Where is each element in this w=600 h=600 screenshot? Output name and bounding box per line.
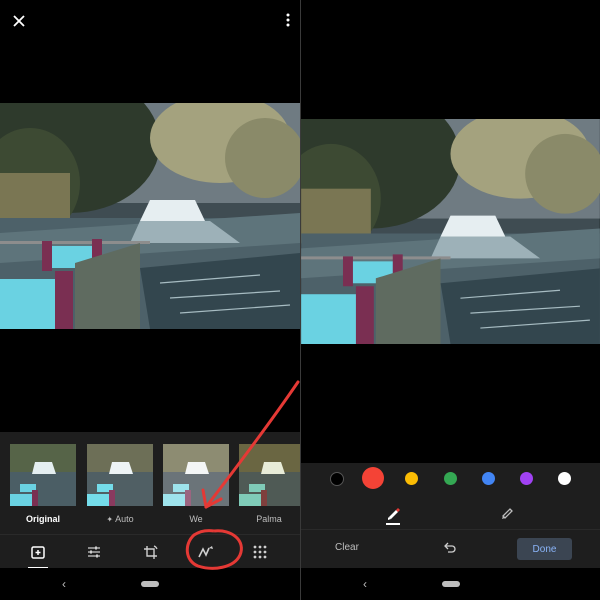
filter-label-west: We	[189, 514, 203, 524]
undo-icon	[444, 542, 456, 553]
pen-icon	[388, 508, 400, 520]
filter-label-original: Original	[25, 514, 60, 524]
nav-back-icon[interactable]: ‹	[62, 577, 66, 591]
markup-action-bar: Clear Done	[301, 529, 600, 569]
color-swatch-red-selected[interactable]	[362, 467, 384, 489]
color-swatch-blue[interactable]	[482, 472, 495, 485]
filter-label-palma: Palma	[256, 514, 282, 524]
nav-home-icon[interactable]	[141, 581, 159, 587]
edit-toolbar	[0, 534, 300, 569]
crop-rotate-icon	[143, 544, 158, 559]
system-nav-bar: ‹	[0, 568, 300, 600]
done-button[interactable]: Done	[517, 538, 572, 560]
filter-label-auto-text: Auto	[115, 514, 134, 524]
filter-thumb-auto[interactable]	[87, 444, 153, 506]
pen-button[interactable]	[383, 501, 403, 525]
pen-type-row	[301, 495, 600, 529]
sparkle-icon: ✦	[106, 515, 114, 524]
nav-home-icon[interactable]	[442, 581, 460, 587]
system-nav-bar-right: ‹	[301, 568, 600, 600]
color-swatch-yellow[interactable]	[405, 472, 418, 485]
right-markup-panel: Clear Done ‹	[301, 0, 600, 600]
adjust-tool[interactable]	[74, 535, 114, 569]
grid-icon	[253, 545, 267, 559]
color-swatch-white[interactable]	[558, 472, 571, 485]
filter-strip: Original ✦ Auto We Palma	[0, 432, 300, 534]
filter-thumb-west[interactable]	[163, 444, 229, 506]
clear-button[interactable]: Clear	[335, 542, 359, 553]
undo-button[interactable]	[443, 540, 457, 559]
filter-label-auto: ✦ Auto	[87, 514, 153, 524]
sliders-icon	[88, 546, 100, 558]
markup-icon	[198, 546, 213, 558]
filter-thumb-original[interactable]	[10, 444, 76, 506]
filter-plus-icon	[31, 546, 45, 559]
nav-back-icon[interactable]: ‹	[363, 577, 367, 591]
markup-tool[interactable]	[186, 535, 226, 569]
photo-preview-markup	[301, 119, 600, 344]
filter-thumb-palma[interactable]	[239, 444, 300, 506]
highlighter-button[interactable]	[497, 501, 517, 525]
crop-rotate-tool[interactable]	[130, 535, 170, 569]
active-pen-indicator	[386, 523, 400, 525]
more-vert-icon[interactable]	[278, 9, 298, 31]
color-swatch-green[interactable]	[444, 472, 457, 485]
color-swatch-purple[interactable]	[520, 472, 533, 485]
close-icon[interactable]	[8, 10, 30, 32]
photo-preview	[0, 103, 300, 329]
color-swatch-black[interactable]	[330, 472, 344, 486]
filters-tool[interactable]	[18, 535, 58, 569]
more-tools[interactable]	[240, 535, 280, 569]
highlighter-icon	[502, 508, 513, 519]
left-editor-panel: Original ✦ Auto We Palma ‹	[0, 0, 300, 600]
